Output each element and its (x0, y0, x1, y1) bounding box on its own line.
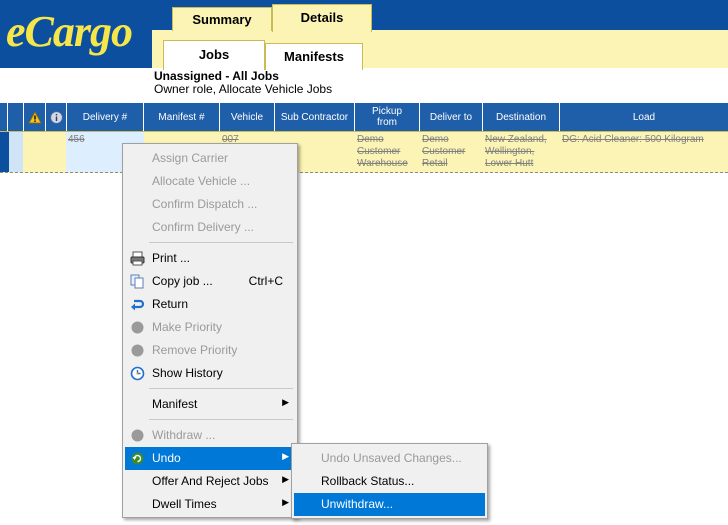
menu-print[interactable]: Print ... (125, 247, 295, 270)
menu-show-history[interactable]: Show History (125, 362, 295, 385)
header-spacer (8, 103, 24, 131)
history-icon (130, 366, 145, 381)
table-row[interactable]: 456 007 Demo Customer Warehouse Demo Cus… (0, 131, 728, 173)
menu-confirm-dispatch[interactable]: Confirm Dispatch ... (125, 193, 295, 216)
cell-destination: New Zealand, Wellington, Lower Hutt (485, 134, 547, 169)
menu-return[interactable]: Return (125, 293, 295, 316)
submenu-undo-unsaved[interactable]: Undo Unsaved Changes... (294, 447, 485, 470)
return-icon (130, 297, 145, 312)
undo-icon (130, 451, 145, 466)
row-selector-cell (9, 132, 23, 172)
warning-icon[interactable] (24, 103, 46, 131)
menu-offer-reject-jobs[interactable]: Offer And Reject Jobs ▶ (125, 470, 295, 493)
tab-summary[interactable]: Summary (172, 7, 272, 31)
withdraw-icon (130, 428, 145, 443)
menu-dwell-times[interactable]: Dwell Times ▶ (125, 493, 295, 516)
cell-load: DG: Acid Cleaner: 500 Kilogram (562, 134, 704, 145)
column-delivery[interactable]: Delivery # (67, 103, 144, 131)
tab-manifests[interactable]: Manifests (265, 43, 363, 70)
column-destination[interactable]: Destination (483, 103, 560, 131)
column-vehicle[interactable]: Vehicle (220, 103, 275, 131)
copy-icon (130, 274, 145, 289)
column-pickup[interactable]: Pickup from (355, 103, 420, 131)
info-icon[interactable] (46, 103, 67, 131)
grid-header: Delivery # Manifest # Vehicle Sub Contra… (0, 103, 728, 131)
priority-icon (130, 320, 145, 335)
submenu-arrow-icon: ▶ (282, 474, 289, 484)
submenu-arrow-icon: ▶ (282, 451, 289, 461)
menu-remove-priority[interactable]: Remove Priority (125, 339, 295, 362)
menu-separator (149, 242, 293, 243)
menu-undo[interactable]: Undo ▶ (125, 447, 295, 470)
menu-separator (149, 388, 293, 389)
menu-assign-carrier[interactable]: Assign Carrier (125, 147, 295, 170)
column-subcontractor[interactable]: Sub Contractor (275, 103, 355, 131)
menu-confirm-delivery[interactable]: Confirm Delivery ... (125, 216, 295, 239)
context-menu: Assign Carrier Allocate Vehicle ... Conf… (122, 143, 298, 518)
copy-shortcut: Ctrl+C (248, 274, 283, 288)
submenu-rollback-status[interactable]: Rollback Status... (294, 470, 485, 493)
column-deliver-to[interactable]: Deliver to (420, 103, 483, 131)
priority-icon (130, 343, 145, 358)
tab-jobs[interactable]: Jobs (163, 40, 265, 70)
cell-deliver-to: Demo Customer Retail (422, 134, 466, 169)
page-title: Unassigned - All Jobs (154, 69, 279, 83)
menu-copy-job[interactable]: Copy job ... Ctrl+C (125, 270, 295, 293)
menu-manifest[interactable]: Manifest ▶ (125, 393, 295, 416)
column-manifest[interactable]: Manifest # (144, 103, 220, 131)
ecargo-logo: eCargo (0, 0, 152, 68)
printer-icon (130, 251, 145, 266)
submenu-arrow-icon: ▶ (282, 497, 289, 507)
menu-separator (149, 419, 293, 420)
page-subtitle: Owner role, Allocate Vehicle Jobs (154, 82, 333, 96)
row-selector[interactable] (0, 132, 9, 172)
menu-withdraw[interactable]: Withdraw ... (125, 424, 295, 447)
tab-details[interactable]: Details (272, 4, 372, 32)
undo-submenu: Undo Unsaved Changes... Rollback Status.… (291, 443, 488, 519)
menu-make-priority[interactable]: Make Priority (125, 316, 295, 339)
menu-allocate-vehicle[interactable]: Allocate Vehicle ... (125, 170, 295, 193)
submenu-unwithdraw[interactable]: Unwithdraw... (294, 493, 485, 516)
submenu-arrow-icon: ▶ (282, 397, 289, 407)
cell-delivery: 456 (68, 134, 85, 145)
column-load[interactable]: Load (560, 103, 728, 131)
cell-pickup: Demo Customer Warehouse (357, 134, 408, 169)
row-selector-header (0, 103, 8, 131)
